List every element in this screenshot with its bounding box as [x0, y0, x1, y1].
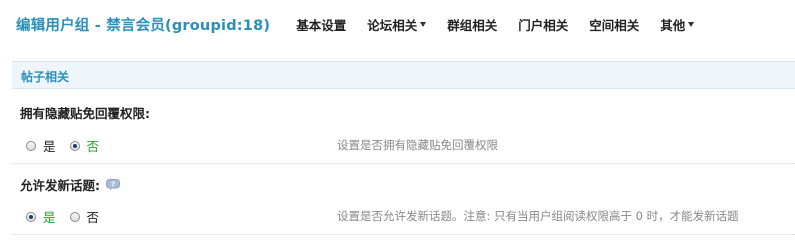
radio-group-hidden-post: 是 否: [26, 136, 113, 155]
svg-text:?: ?: [111, 180, 115, 188]
radio-yes[interactable]: [26, 140, 36, 151]
nav-tab-other[interactable]: 其他: [660, 15, 695, 34]
nav-tab-portal[interactable]: 门户相关: [518, 15, 568, 34]
page-title: 编辑用户组 - 禁言会员(groupid:18): [16, 17, 271, 34]
help-bubble-icon[interactable]: ?: [106, 178, 120, 191]
nav-tab-basic[interactable]: 基本设置: [296, 15, 346, 34]
setting-label-text: 允许发新话题:: [20, 178, 100, 193]
edit-usergroup-page: 编辑用户组 - 禁言会员(groupid:18) 基本设置 论坛相关 群组相关 …: [0, 0, 795, 237]
nav-tab-label: 群组相关: [447, 17, 498, 33]
page-header: 编辑用户组 - 禁言会员(groupid:18) 基本设置 论坛相关 群组相关 …: [16, 10, 715, 38]
radio-group-new-topic: 是 否: [26, 207, 113, 226]
radio-no[interactable]: [69, 211, 80, 222]
nav-tab-label: 论坛相关: [367, 17, 418, 33]
radio-label-no[interactable]: 否: [87, 136, 100, 155]
nav-tab-label: 基本设置: [296, 17, 347, 33]
setting-label-text: 拥有隐藏贴免回覆权限:: [20, 106, 150, 121]
radio-yes[interactable]: [26, 211, 36, 222]
radio-label-yes[interactable]: 是: [43, 136, 56, 155]
nav-tab-space[interactable]: 空间相关: [589, 15, 639, 34]
radio-label-no[interactable]: 否: [87, 207, 100, 226]
row-divider: [12, 163, 795, 164]
caret-down-icon: [688, 22, 695, 27]
nav-tab-group[interactable]: 群组相关: [447, 15, 497, 34]
setting-label-new-topic: 允许发新话题: ?: [20, 175, 120, 194]
nav-tab-label: 门户相关: [518, 17, 569, 33]
caret-down-icon: [420, 22, 427, 27]
section-header-posts: 帖子相关: [12, 61, 795, 89]
settings-nav: 基本设置 论坛相关 群组相关 门户相关 空间相关 其他: [296, 15, 715, 34]
nav-tab-label: 空间相关: [589, 17, 640, 33]
row-divider: [12, 234, 795, 235]
setting-label-hidden-post: 拥有隐藏贴免回覆权限:: [20, 103, 150, 122]
radio-label-yes[interactable]: 是: [43, 207, 56, 226]
radio-no[interactable]: [69, 140, 80, 151]
nav-tab-forum[interactable]: 论坛相关: [367, 15, 427, 34]
setting-description: 设置是否允许发新话题。注意: 只有当用户组阅读权限高于 0 时，才能发新话题: [337, 209, 739, 223]
nav-tab-label: 其他: [660, 17, 686, 33]
section-title: 帖子相关: [21, 70, 70, 84]
setting-description: 设置是否拥有隐藏贴免回覆权限: [337, 138, 498, 152]
